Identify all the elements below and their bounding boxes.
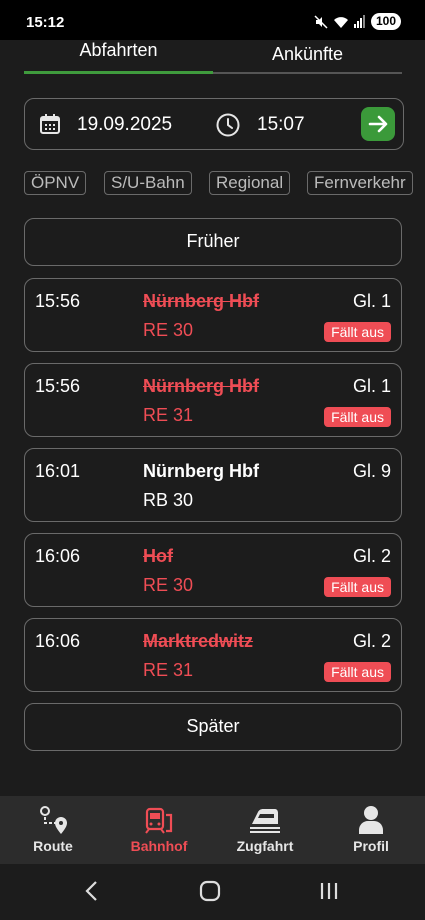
nav-item-bahnhof[interactable]: Bahnhof: [106, 804, 212, 854]
nav-item-profil[interactable]: Profil: [318, 804, 424, 854]
departure-track: Gl. 1: [352, 291, 391, 311]
cancelled-badge: Fällt aus: [324, 662, 391, 682]
departure-track: Gl. 2: [352, 631, 391, 651]
earlier-button[interactable]: Früher: [24, 218, 402, 266]
status-icons: 100: [314, 13, 401, 30]
arrow-right-icon: [368, 115, 388, 133]
cancelled-badge: Fällt aus: [324, 322, 391, 342]
cancelled-badge: Fällt aus: [324, 407, 391, 427]
filter-chip-s-u-bahn[interactable]: S/U-Bahn: [104, 171, 192, 195]
bottom-navigation: Route Bahnhof Zugfahrt Profil: [0, 796, 425, 864]
tab-bar: Abfahrten Ankünfte: [24, 40, 402, 74]
departure-card[interactable]: 15:56 Nürnberg Hbf Gl. 1 RE 31 Fällt aus: [24, 363, 402, 437]
mute-icon: [314, 14, 328, 29]
departure-destination: Nürnberg Hbf: [143, 291, 259, 311]
departure-time: 15:56: [35, 291, 81, 311]
departure-card[interactable]: 16:06 Hof Gl. 2 RE 30 Fällt aus: [24, 533, 402, 607]
datetime-selector: 19.09.2025 15:07: [24, 98, 404, 150]
home-icon[interactable]: [199, 880, 221, 902]
recents-icon[interactable]: [318, 880, 340, 902]
filter-chip-regional[interactable]: Regional: [209, 171, 291, 195]
later-button[interactable]: Später: [24, 703, 402, 751]
person-icon: [359, 806, 383, 834]
departure-line: RE 30: [143, 320, 194, 340]
nav-item-route[interactable]: Route: [0, 804, 106, 854]
departure-line: RE 31: [143, 660, 194, 680]
tab-departures[interactable]: Abfahrten: [24, 40, 213, 61]
nav-label-bahnhof: Bahnhof: [130, 838, 188, 854]
cancelled-badge: Fällt aus: [324, 577, 391, 597]
nav-label-profil: Profil: [353, 838, 389, 854]
departure-track: Gl. 2: [352, 546, 391, 566]
nav-label-zugfahrt: Zugfahrt: [236, 838, 294, 854]
tab-arrivals[interactable]: Ankünfte: [213, 44, 402, 65]
departure-time: 16:06: [35, 546, 81, 566]
departure-destination: Nürnberg Hbf: [143, 461, 259, 481]
departure-track: Gl. 9: [352, 461, 391, 481]
date-field[interactable]: 19.09.2025: [77, 114, 172, 136]
time-field[interactable]: 15:07: [257, 114, 305, 136]
clock-icon[interactable]: [215, 112, 241, 138]
departure-track: Gl. 1: [352, 376, 391, 396]
search-go-button[interactable]: [361, 107, 395, 141]
nav-label-route: Route: [33, 838, 73, 854]
filter-chip-oepnv[interactable]: ÖPNV: [24, 171, 87, 195]
departure-card[interactable]: 15:56 Nürnberg Hbf Gl. 1 RE 30 Fällt aus: [24, 278, 402, 352]
departure-time: 16:06: [35, 631, 81, 651]
departure-destination: Nürnberg Hbf: [143, 376, 259, 396]
departure-time: 16:01: [35, 461, 81, 481]
calendar-icon[interactable]: [38, 112, 62, 136]
departure-destination: Hof: [143, 546, 173, 566]
status-time: 15:12: [26, 14, 65, 31]
departure-card[interactable]: 16:06 Marktredwitz Gl. 2 RE 31 Fällt aus: [24, 618, 402, 692]
departure-card[interactable]: 16:01 Nürnberg Hbf Gl. 9 RB 30: [24, 448, 402, 522]
departure-line: RE 30: [143, 575, 194, 595]
battery-indicator: 100: [370, 13, 401, 30]
signal-icon: [353, 15, 365, 28]
departure-line: RB 30: [143, 490, 194, 510]
tab-active-indicator: [24, 71, 213, 74]
departure-destination: Marktredwitz: [143, 631, 254, 651]
train-icon: [250, 809, 280, 833]
route-icon: [40, 806, 67, 834]
back-icon[interactable]: [82, 880, 102, 902]
status-bar: 15:12 100: [0, 0, 425, 40]
station-icon: [145, 807, 173, 834]
departure-time: 15:56: [35, 376, 81, 396]
departure-line: RE 31: [143, 405, 194, 425]
filter-chip-fernverkehr[interactable]: Fernverkehr: [307, 171, 413, 195]
wifi-icon: [333, 16, 348, 28]
system-navigation-bar: [0, 864, 425, 920]
nav-item-zugfahrt[interactable]: Zugfahrt: [212, 804, 318, 854]
